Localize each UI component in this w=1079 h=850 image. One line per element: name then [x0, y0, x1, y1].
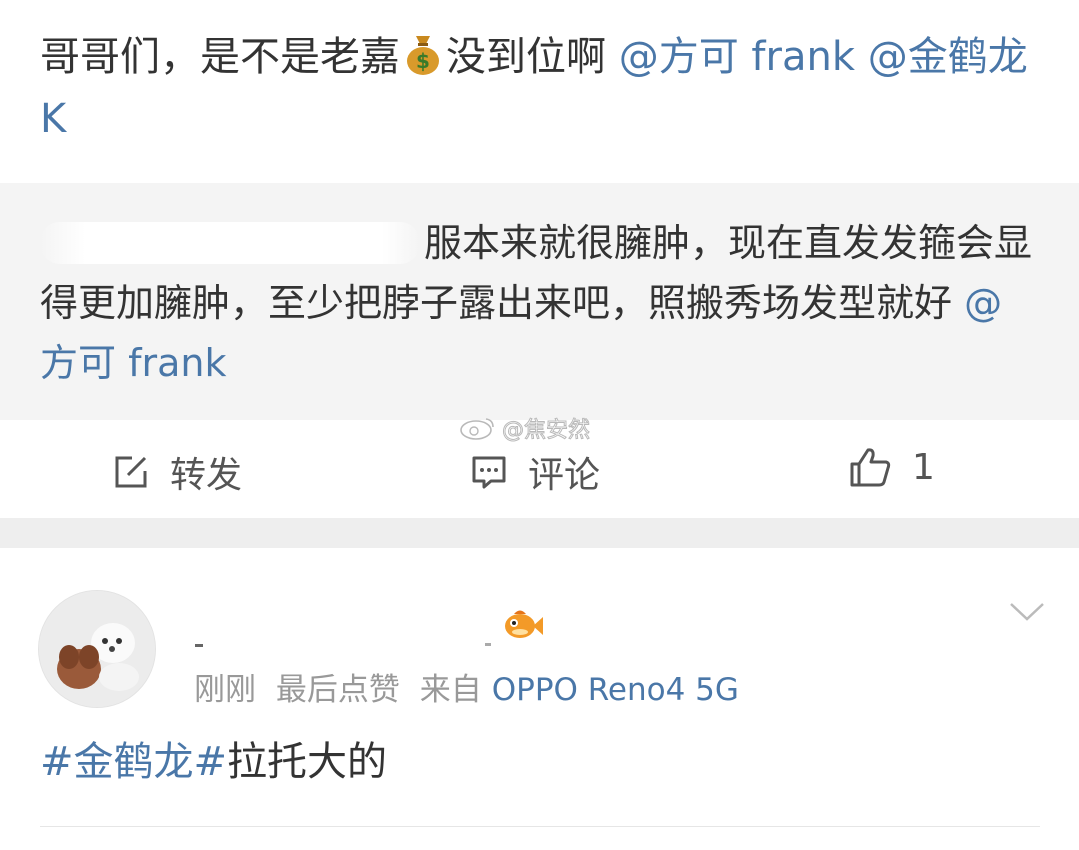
dog-photo-avatar	[39, 591, 155, 707]
fish-badge-icon	[505, 610, 543, 638]
comment-button[interactable]: 评论	[470, 446, 600, 498]
post-text: 哥哥们，是不是老嘉 $ 没到位啊 @方可 frank @金鹤龙 K	[40, 26, 1050, 150]
repost-button[interactable]: 转发	[112, 446, 242, 498]
quoted-post[interactable]: 服本来就很臃肿，现在直发发箍会显得更加臃肿，至少把脖子露出来吧，照搬秀场发型就好…	[0, 183, 1079, 420]
money-bag-icon: $	[407, 36, 439, 75]
repost-label: 转发	[170, 455, 243, 496]
comment-label: 评论	[528, 455, 601, 496]
svg-text:$: $	[416, 49, 430, 73]
like-count: 1	[912, 446, 935, 488]
topic-tag[interactable]: #金鹤龙#	[40, 739, 227, 785]
comment-time: 刚刚	[194, 672, 256, 708]
mention-fangke[interactable]: @方可 frank	[619, 34, 855, 80]
redacted-username	[40, 222, 420, 264]
avatar[interactable]	[38, 590, 156, 708]
thumbs-up-icon	[850, 448, 891, 487]
section-divider	[0, 518, 1079, 548]
bottom-divider	[40, 826, 1040, 827]
source-prefix: 来自	[419, 672, 482, 708]
comment-body: 拉托大的	[227, 739, 388, 785]
comment-text: #金鹤龙#拉托大的	[40, 732, 387, 792]
action-bar: 转发 评论 1	[0, 420, 1079, 518]
source-device[interactable]: OPPO Reno4 5G	[492, 672, 739, 708]
like-button[interactable]: 1	[848, 446, 935, 488]
comment-icon	[472, 456, 506, 489]
redacted-commenter-name	[195, 636, 495, 647]
chevron-down-icon[interactable]	[1008, 600, 1046, 624]
post-text-end: 没到位啊	[446, 34, 606, 80]
repost-icon	[115, 456, 147, 488]
comment-meta: 刚刚 最后点赞 来自 OPPO Reno4 5G	[194, 664, 749, 709]
last-like-label: 最后点赞	[275, 672, 400, 708]
quote-text: 服本来就很臃肿，现在直发发箍会显得更加臃肿，至少把脖子露出来吧，照搬秀场发型就好…	[40, 213, 1040, 393]
post-text-start: 哥哥们，是不是老嘉	[40, 34, 400, 80]
